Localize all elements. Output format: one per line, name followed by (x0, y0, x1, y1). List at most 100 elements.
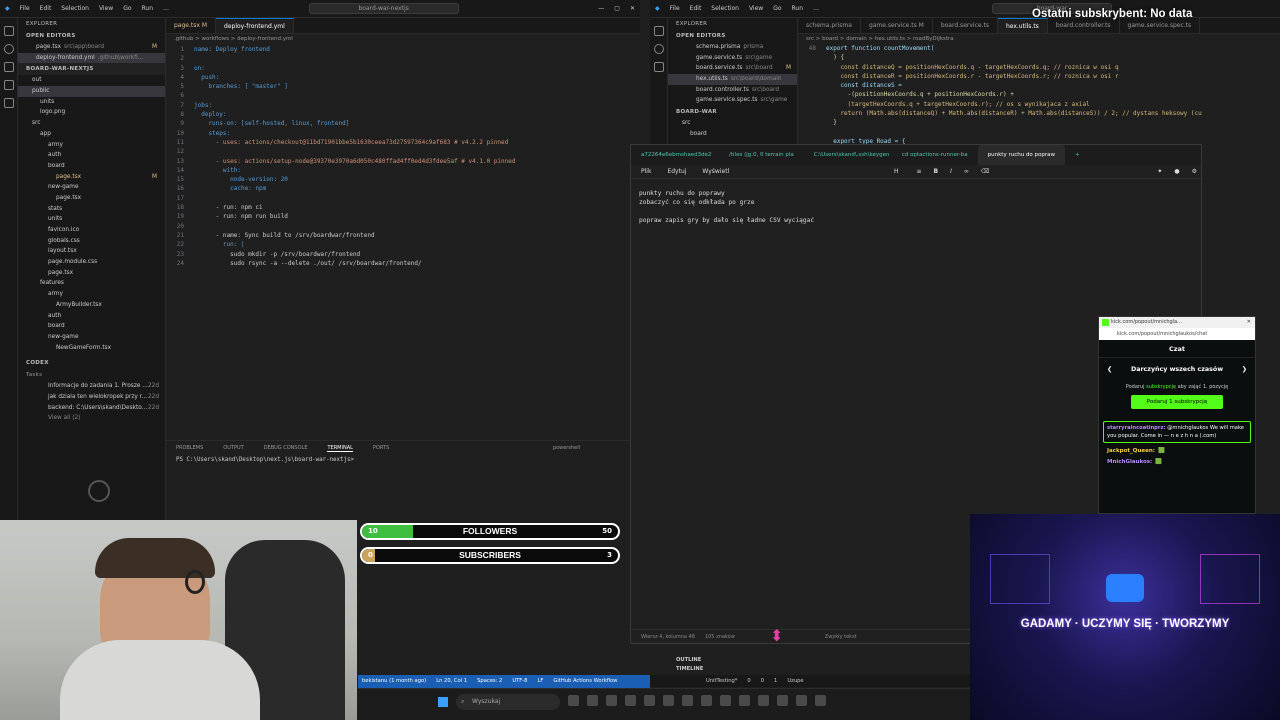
code-editor[interactable]: 1 name: Deploy frontend 2 3 on: 4 push: 5 bran… (166, 45, 640, 268)
tree-item[interactable]: ArmyBuilder.tsx (18, 300, 165, 311)
tree-item[interactable]: page.tsx M (18, 172, 165, 183)
terminal-icon[interactable] (739, 695, 750, 706)
chat-username[interactable]: MnichGlaukos: (1107, 459, 1152, 465)
tree-item[interactable]: new-game (18, 182, 165, 193)
menu-item-6[interactable]: … (163, 5, 169, 12)
editor-tab[interactable]: game.service.ts M (861, 18, 933, 33)
menu-item-4[interactable]: Go (123, 5, 131, 12)
status-item[interactable]: 0 (747, 675, 750, 687)
project-header[interactable]: BOARD-WAR (668, 106, 797, 118)
open-editor-item[interactable]: page.tsx src\app\board M (18, 42, 165, 53)
status-item[interactable]: bekistanu (1 month ago) (362, 675, 426, 688)
tree-item[interactable]: out (18, 75, 165, 86)
vscode-icon[interactable] (777, 695, 788, 706)
side-section[interactable]: TIMELINE (676, 665, 944, 674)
tree-item[interactable]: page.tsx (18, 268, 165, 279)
notepad-text-area[interactable]: punkty ruchu do poprawy zobaczyć co się o… (631, 179, 1201, 235)
discord-icon[interactable] (720, 695, 731, 706)
window-minimize-button[interactable]: — (598, 5, 604, 12)
explorer-icon[interactable] (4, 26, 14, 36)
italic-icon[interactable]: I (950, 168, 952, 175)
tree-item[interactable]: auth (18, 311, 165, 322)
search-icon[interactable] (4, 44, 14, 54)
open-editor-item[interactable]: schema.prisma prisma (668, 42, 797, 53)
menu-item-3[interactable]: View (749, 5, 763, 12)
menu-item-6[interactable]: … (813, 5, 819, 12)
open-editors-header[interactable]: OPEN EDITORS (18, 30, 165, 42)
tree-item[interactable]: board (18, 321, 165, 332)
close-icon[interactable]: ✕ (1247, 317, 1251, 328)
tree-item[interactable]: stats (18, 204, 165, 215)
view-all-link[interactable]: View all (2) (18, 413, 165, 424)
extensions-icon[interactable] (4, 98, 14, 108)
panel-tab[interactable]: TERMINAL (327, 445, 353, 452)
task-item[interactable]: Informacje do zadania 1. Prosze ... 22d (18, 381, 165, 392)
taskbar-search[interactable]: ⌕ Wyszukaj (456, 694, 560, 710)
search-icon[interactable] (654, 44, 664, 54)
brave-icon[interactable] (663, 695, 674, 706)
status-item[interactable]: UTF-8 (512, 675, 527, 688)
editor-tab[interactable]: hex.utils.ts (997, 18, 1048, 33)
status-item[interactable]: Spaces: 2 (477, 675, 502, 688)
chrome-icon[interactable] (644, 695, 655, 706)
copilot-icon[interactable]: ✦ (1157, 168, 1162, 175)
open-editor-item[interactable]: game.service.ts src\game (668, 53, 797, 64)
heading-dropdown[interactable]: H (894, 168, 899, 175)
obs-icon[interactable] (796, 695, 807, 706)
terminal-prompt[interactable]: PS C:\Users\skand\Desktop\next.js\board-… (166, 455, 640, 465)
prev-arrow-icon[interactable]: ❮ (1107, 366, 1112, 373)
panel-tab[interactable]: PORTS (373, 445, 389, 451)
notepad-menu-item[interactable]: Wyświetl (702, 168, 729, 175)
open-editor-item[interactable]: board.service.ts src\board M (668, 63, 797, 74)
tree-item[interactable]: NewGameForm.tsx (18, 343, 165, 354)
calculator-icon[interactable] (758, 695, 769, 706)
edge-icon[interactable] (587, 695, 598, 706)
menu-item-5[interactable]: Run (792, 5, 804, 12)
status-item[interactable]: UnitTesting* (706, 675, 737, 687)
new-tab-icon[interactable]: + (1065, 152, 1090, 158)
menu-item-0[interactable]: File (20, 5, 30, 12)
window-maximize-button[interactable]: ▢ (614, 5, 620, 12)
tree-item[interactable]: public (18, 86, 165, 97)
file-explorer-icon[interactable] (568, 695, 579, 706)
menu-item-1[interactable]: Edit (40, 5, 52, 12)
task-item[interactable]: backend: C:\Users\skand\Deskto... 22d (18, 403, 165, 414)
notepad-tab[interactable]: /tiles (jg.0, 0 terrain pla (719, 152, 804, 158)
menu-item-0[interactable]: File (670, 5, 680, 12)
tree-item[interactable]: src (18, 118, 165, 129)
kick-url-bar[interactable]: kick.com/popout/mnichglaukos/chat (1099, 328, 1255, 340)
message-user[interactable]: starryraincoatinprz: (1107, 425, 1166, 431)
menu-item-3[interactable]: View (99, 5, 113, 12)
account-icon[interactable]: ● (1174, 168, 1179, 175)
source-control-icon[interactable] (4, 62, 14, 72)
mail-icon[interactable] (625, 695, 636, 706)
status-item[interactable]: Uzupe (787, 675, 803, 687)
status-item[interactable]: 0 (761, 675, 764, 687)
tree-item[interactable]: page.tsx (18, 193, 165, 204)
tree-item[interactable]: globals.css (18, 236, 165, 247)
settings-icon[interactable]: ⚙ (1192, 168, 1197, 175)
editor-tab[interactable]: board.controller.ts (1048, 18, 1120, 33)
menu-item-1[interactable]: Edit (690, 5, 702, 12)
open-editor-item[interactable]: deploy-frontend.yml .github\workfl... (18, 52, 165, 64)
tree-item[interactable]: board (668, 129, 797, 140)
editor-tab[interactable]: deploy-frontend.yml (216, 18, 294, 33)
settings-icon[interactable] (682, 695, 693, 706)
tree-item[interactable]: favicon.ico (18, 225, 165, 236)
side-section[interactable]: OUTLINE (676, 656, 944, 665)
command-center-search[interactable]: board-war-nextjs (308, 3, 459, 14)
task-item[interactable]: jak dziala ten wielokropek przy r... 22d (18, 392, 165, 403)
panel-tab[interactable]: PROBLEMS (176, 445, 203, 451)
notepad-menu-item[interactable]: Plik (641, 168, 651, 175)
open-editors-header[interactable]: OPEN EDITORS (668, 30, 797, 42)
open-editor-item[interactable]: hex.utils.ts src\board\domain (668, 74, 797, 85)
tree-item[interactable]: board (18, 161, 165, 172)
notepad-tab[interactable]: cd optactions-runner-ba (892, 152, 978, 158)
status-item[interactable]: GitHub Actions Workflow (553, 675, 617, 688)
tree-item[interactable]: app (18, 129, 165, 140)
store-icon[interactable] (701, 695, 712, 706)
notepad-menu-item[interactable]: Edytuj (667, 168, 686, 175)
menu-item-2[interactable]: Selection (711, 5, 739, 12)
status-item[interactable]: Ln 20, Col 1 (436, 675, 467, 688)
tree-item[interactable]: new-game (18, 332, 165, 343)
